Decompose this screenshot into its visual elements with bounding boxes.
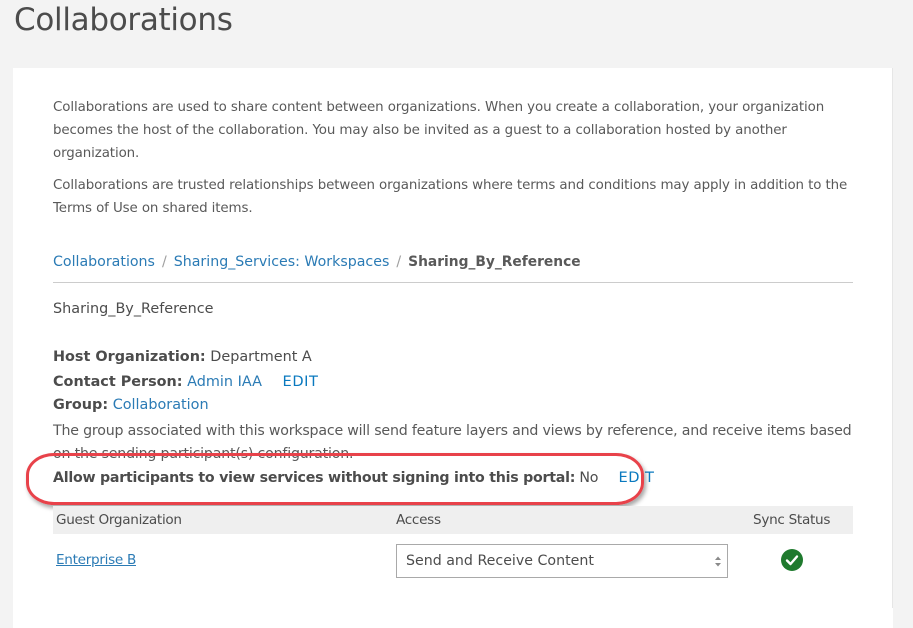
breadcrumb-workspaces[interactable]: Sharing_Services: Workspaces [174, 254, 390, 270]
column-header-guest-organization: Guest Organization [56, 512, 182, 528]
collaboration-panel: Collaborations are used to share content… [13, 68, 893, 628]
check-circle-icon [781, 549, 803, 571]
group-label: Group: [53, 397, 109, 413]
table-row: Enterprise B Send and Receive Content [53, 534, 853, 594]
contact-person-link[interactable]: Admin IAA [187, 374, 262, 390]
group-description: The group associated with this workspace… [53, 423, 852, 462]
contact-person-label: Contact Person: [53, 374, 183, 390]
breadcrumb-current: Sharing_By_Reference [408, 254, 581, 270]
allow-anonymous-value: No [579, 470, 599, 486]
edit-contact-button[interactable]: EDIT [283, 373, 319, 390]
allow-anonymous-label: Allow participants to view services with… [53, 470, 576, 486]
page-title: Collaborations [14, 2, 233, 38]
select-arrows-icon [715, 556, 721, 567]
host-organization-line: Host Organization: Department A [53, 349, 312, 365]
breadcrumb-separator: / [396, 254, 402, 270]
host-organization-label: Host Organization: [53, 349, 206, 365]
guest-organization-link[interactable]: Enterprise B [56, 552, 136, 568]
page-edge [892, 68, 913, 608]
intro-paragraph-1: Collaborations are used to share content… [53, 100, 825, 161]
host-organization-value: Department A [210, 349, 312, 365]
group-link[interactable]: Collaboration [113, 397, 209, 413]
column-header-access: Access [396, 512, 441, 528]
divider [53, 282, 853, 283]
breadcrumb-collaborations[interactable]: Collaborations [53, 254, 155, 270]
access-select[interactable]: Send and Receive Content [396, 544, 728, 578]
column-header-sync-status: Sync Status [753, 512, 831, 528]
group-line: Group: Collaboration [53, 397, 209, 413]
workspace-name: Sharing_By_Reference [53, 301, 214, 317]
intro-paragraph-2: Collaborations are trusted relationships… [53, 178, 848, 216]
contact-person-line: Contact Person: Admin IAA EDIT [53, 373, 319, 390]
access-select-value: Send and Receive Content [406, 553, 594, 569]
table-header: Guest Organization Access Sync Status [53, 506, 853, 534]
breadcrumb: Collaborations / Sharing_Services: Workspa… [53, 254, 581, 270]
allow-anonymous-line: Allow participants to view services with… [53, 469, 655, 486]
guest-organizations-table: Guest Organization Access Sync Status En… [53, 506, 853, 594]
breadcrumb-separator: / [161, 254, 167, 270]
edit-allow-anonymous-button[interactable]: EDIT [618, 469, 654, 486]
